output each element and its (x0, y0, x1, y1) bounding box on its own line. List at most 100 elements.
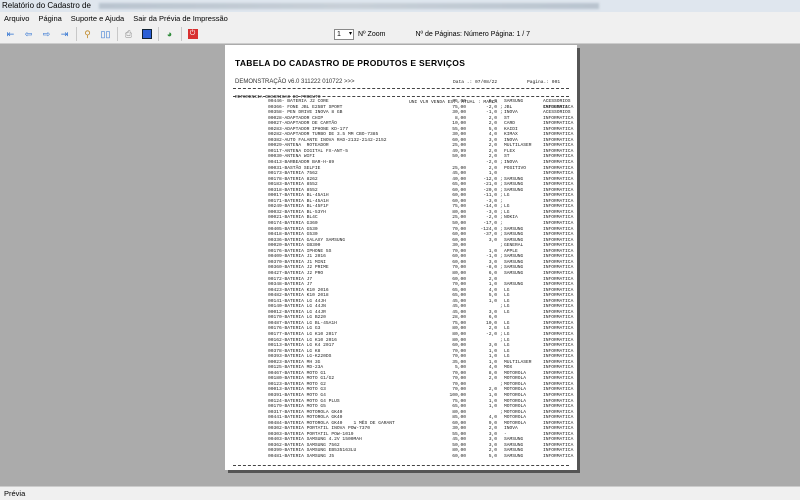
stock: 1,0 (488, 359, 497, 365)
product-ref-desc: 00020-BATERIA GB300 (268, 243, 321, 249)
zoom-select[interactable]: 1 (334, 28, 354, 40)
stock-flag: ; (500, 187, 503, 193)
stock: 2,0 (488, 426, 497, 432)
next-page-icon[interactable]: ⇨ (40, 28, 53, 41)
sale-price: 75,00 (452, 398, 466, 404)
status-text: Prévia (4, 489, 26, 498)
stock-flag: ; (500, 232, 503, 238)
brand: SAMSUNG (504, 232, 524, 238)
stock: 4,0 (488, 287, 497, 293)
stock-flag: ; (500, 304, 503, 310)
product-ref-desc: 00174-BATERIA G360 (268, 221, 318, 227)
two-pages-icon[interactable]: ▯▯ (99, 28, 112, 41)
brand: SAMSUNG (504, 187, 524, 193)
toolbar-separator (76, 27, 77, 41)
stock: 6,0 (488, 270, 497, 276)
brand: MULTILASER (504, 359, 532, 365)
product-ref-desc: 00399-BATERIA SAMSUNG EB535163LU (268, 448, 357, 454)
product-ref-desc: 00179-BATERIA MOTO G5 (268, 404, 326, 410)
brand: MOTOROLA (504, 387, 527, 393)
sale-price: 25,00 (452, 143, 466, 149)
web-icon[interactable]: ◕ (163, 28, 176, 41)
sale-price: 28,00 (452, 315, 466, 321)
divider (233, 96, 569, 97)
category: INFORMATICA (543, 326, 574, 332)
prev-page-icon[interactable]: ⇦ (22, 28, 35, 41)
category: INFORMATICA (543, 226, 574, 232)
stock-flag: ; (500, 337, 503, 343)
first-page-icon[interactable]: ⇤ (4, 28, 17, 41)
category: INFORMATICA (543, 276, 574, 282)
stock: -2,0 (485, 160, 497, 166)
brand: LG (504, 193, 510, 199)
toolbar-separator (158, 27, 159, 41)
window-title-bar: Relatório do Cadastro de (0, 0, 800, 12)
sale-price: 35,00 (452, 359, 466, 365)
stock: 2,0 (488, 121, 497, 127)
brand: SAMSUNG (504, 237, 524, 243)
category: INFORMATICA (543, 348, 574, 354)
product-ref-desc: 00423-BATERIA K10 2016 (268, 287, 329, 293)
menu-pagina[interactable]: Página (38, 12, 61, 25)
sale-price: 45,00 (452, 304, 466, 310)
report-date: Data .: 07/08/22 (453, 80, 498, 85)
stock: -8,0 (485, 265, 497, 271)
brand: KIMAX (504, 132, 518, 138)
menu-sair-previa[interactable]: Sair da Prévia de Impressão (133, 12, 228, 25)
print-icon[interactable]: ⎙ (122, 28, 135, 41)
last-page-icon[interactable]: ⇥ (58, 28, 71, 41)
stock: 1,0 (488, 354, 497, 360)
export-icon[interactable] (140, 28, 153, 41)
sale-price: 70,00 (452, 226, 466, 232)
sale-price: 40,00 (452, 176, 466, 182)
stock: -12,0 (483, 176, 497, 182)
divider (233, 88, 569, 89)
sale-price: 60,00 (452, 187, 466, 193)
stock-flag: ; (500, 104, 503, 110)
stock: 5,0 (488, 454, 497, 459)
category: INFORMATICA (543, 315, 574, 321)
category: INFORMATICA (543, 204, 574, 210)
stock: -1,0 (485, 254, 497, 260)
brand: JBL (504, 104, 513, 110)
window-title: Relatório do Cadastro de (2, 1, 91, 10)
category: ACESSORIOS (543, 99, 571, 104)
brand: MOTOROLA (504, 376, 527, 382)
sale-price: 70,00 (452, 376, 466, 382)
product-ref-desc: 00360-BATERIA J2 PRIME (268, 265, 329, 271)
sale-price: 60,00 (452, 237, 466, 243)
sale-price: 80,00 (452, 326, 466, 332)
stock-flag: ; (500, 226, 503, 232)
brand: MOTOROLA (504, 398, 527, 404)
product-ref-desc: 00441-BATERIA MOTOROLA GK40 (268, 415, 343, 421)
category: INFORMATICA (543, 270, 574, 276)
sale-price: 60,00 (452, 454, 466, 459)
stock: 4,0 (488, 365, 497, 371)
stock-flag: ; (500, 381, 503, 387)
brand: LG (504, 304, 510, 310)
product-ref-desc: 00405-BATERIA G530 (268, 226, 318, 232)
product-ref-desc: 00180-BATERIA MOTO G1/G2 (268, 376, 335, 382)
category: INFORMATICA (543, 454, 574, 459)
category: INFORMATICA (543, 187, 574, 193)
category: INFORMATICA (543, 420, 574, 426)
zoom-label: Nº Zoom (358, 30, 386, 38)
window-title-blurred (98, 2, 599, 9)
stock: 2,0 (488, 154, 497, 160)
product-ref-desc: 00178-BATERIA 8262 (268, 176, 318, 182)
sale-price: 80,00 (452, 409, 466, 415)
category: INFORMATICA (543, 265, 574, 271)
menu-arquivo[interactable]: Arquivo (4, 12, 29, 25)
toolbar-separator (117, 27, 118, 41)
close-icon[interactable]: ⏻ (186, 28, 199, 41)
category: INFORMATICA (543, 121, 574, 127)
category: INFORMATICA (543, 304, 574, 310)
product-ref-desc: 00302-BATERIA PORTATIL INOVA POW-7370 (268, 426, 370, 432)
stock: 6,0 (488, 99, 497, 104)
search-icon[interactable]: ⚲ (81, 28, 94, 41)
product-ref-desc: 00249-BATERIA BL-45F1F (268, 204, 329, 210)
category: INFORMATICA (543, 409, 574, 415)
sale-price: 80,00 (452, 448, 466, 454)
menu-suporte[interactable]: Suporte e Ajuda (71, 12, 124, 25)
category: INFORMATICA (543, 143, 574, 149)
